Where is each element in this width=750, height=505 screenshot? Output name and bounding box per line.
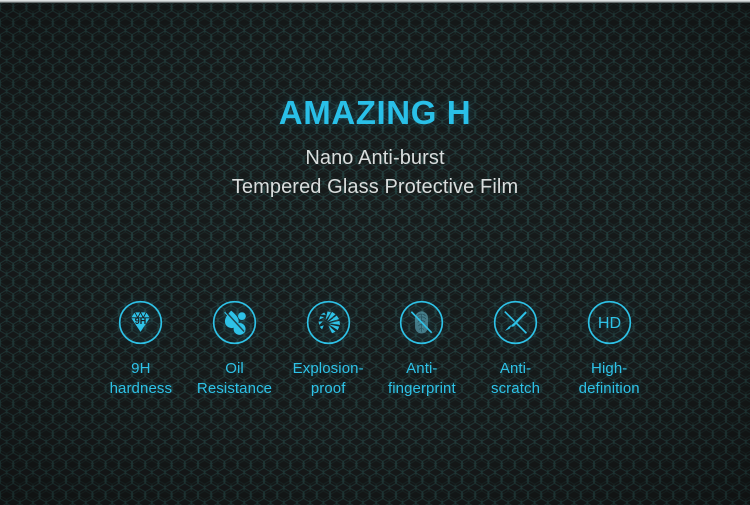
feature-label: Anti- scratch: [490, 360, 541, 397]
knife-prohibited-icon: [493, 300, 538, 345]
fingerprint-prohibited-icon: [400, 300, 444, 345]
diamond-9h-icon: 9H: [119, 300, 163, 345]
feature-item-explosion-proof: Explosion- proof: [281, 300, 375, 399]
feature-item-oil-resistance: Oil Resistance: [188, 300, 282, 399]
page-title: AMAZING H: [278, 94, 472, 131]
subtitle-line-1: Nano Anti-burst: [305, 147, 445, 169]
product-banner: AMAZING H Nano Anti-burst Tempered Glass…: [0, 0, 750, 505]
svg-text:9H: 9H: [135, 316, 147, 326]
subtitle-line-2: Tempered Glass Protective Film: [231, 176, 519, 198]
hd-badge-icon: HD: [587, 300, 631, 345]
subtitle-block: Nano Anti-burst Tempered Glass Protectiv…: [0, 144, 750, 202]
shatter-shards-icon: [306, 300, 350, 345]
feature-item-9h-hardness: 9H 9H hardness: [94, 300, 188, 399]
headline-block: AMAZING H: [0, 96, 750, 129]
feature-label: Anti- fingerprint: [387, 360, 456, 397]
svg-text:HD: HD: [598, 314, 621, 332]
feature-label: Explosion- proof: [292, 360, 364, 397]
feature-label: High- definition: [578, 360, 640, 397]
feature-label: Oil Resistance: [196, 360, 273, 397]
feature-list: 9H 9H hardness Oil Resistance Explosion-…: [94, 300, 656, 399]
feature-label: 9H hardness: [109, 360, 173, 397]
oil-droplet-repel-icon: [212, 300, 257, 345]
feature-item-anti-scratch: Anti- scratch: [469, 300, 563, 399]
feature-item-anti-fingerprint: Anti- fingerprint: [375, 300, 469, 399]
feature-item-high-definition: HD High- definition: [562, 300, 656, 399]
